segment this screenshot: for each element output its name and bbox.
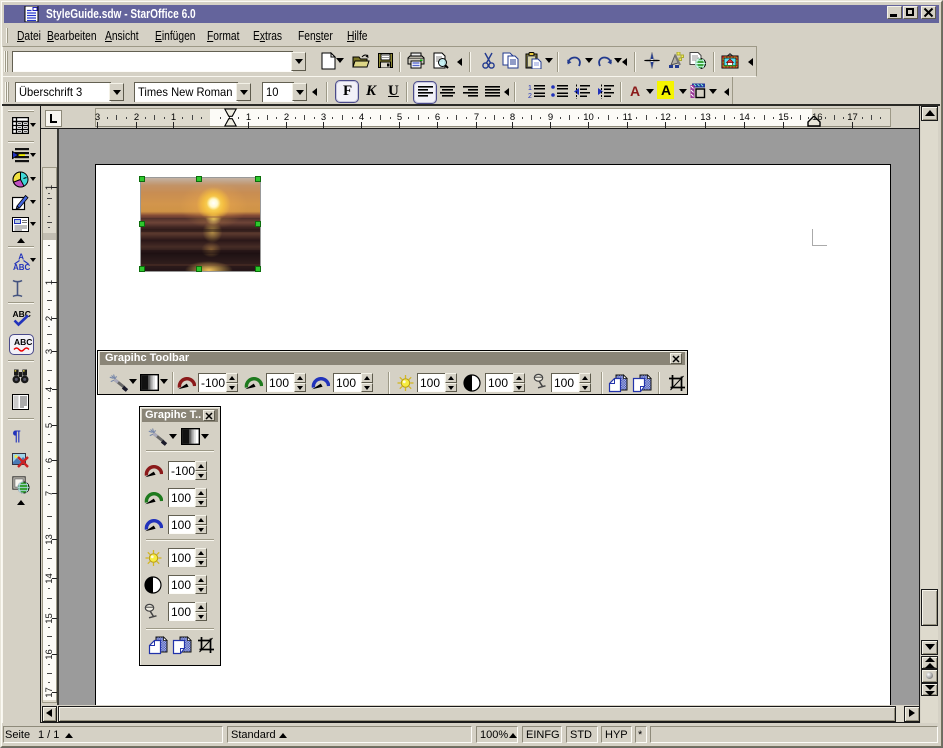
svg-text:ABC: ABC bbox=[13, 263, 31, 271]
svg-text:ABC: ABC bbox=[14, 337, 32, 347]
svg-text:ABC: ABC bbox=[13, 309, 31, 319]
svg-text:2: 2 bbox=[528, 93, 532, 99]
svg-text:1: 1 bbox=[528, 85, 532, 92]
svg-text:¶: ¶ bbox=[13, 428, 21, 445]
